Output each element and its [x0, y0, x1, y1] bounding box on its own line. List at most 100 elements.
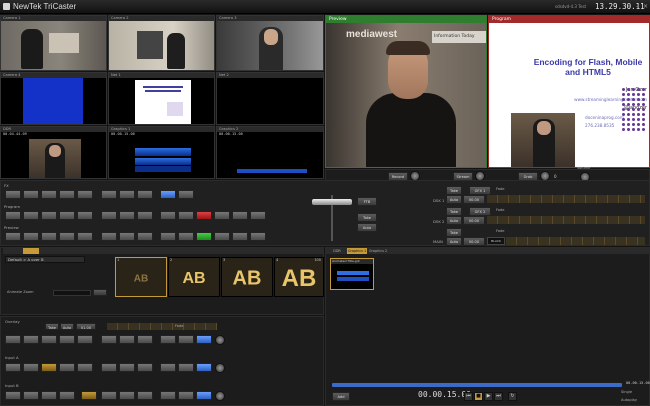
- zoom-slider[interactable]: [53, 290, 91, 296]
- preview-source-button[interactable]: [59, 232, 75, 241]
- input-a-position-icon[interactable]: [215, 363, 225, 373]
- input-b-source-button[interactable]: [178, 391, 194, 400]
- fx-source-button[interactable]: [119, 190, 135, 199]
- preview-source-button[interactable]: [119, 232, 135, 241]
- tab-graphics-2[interactable]: Graphics 2: [368, 248, 388, 254]
- dsk2-duration[interactable]: 00.00: [463, 216, 485, 225]
- dsk1-auto-button[interactable]: Auto: [446, 195, 462, 204]
- animate-zoom-checkbox[interactable]: Animate Zoom: [7, 290, 34, 294]
- take-button[interactable]: Take: [357, 213, 377, 222]
- main-transition-strip[interactable]: [506, 237, 645, 245]
- overlay-source-button[interactable]: [5, 335, 21, 344]
- dsk1-transition-strip[interactable]: [487, 195, 645, 203]
- program-source-button[interactable]: [137, 211, 153, 220]
- preview-source-button[interactable]: [77, 232, 93, 241]
- input-b-source-button[interactable]: [101, 391, 117, 400]
- loop-icon[interactable]: ↻: [508, 392, 517, 401]
- overlay-auto-button[interactable]: Auto: [60, 323, 74, 330]
- stop-icon[interactable]: ■: [474, 392, 483, 401]
- transition-bin-select[interactable]: Default > A over B: [5, 256, 85, 263]
- dsk2-auto-button[interactable]: Auto: [446, 216, 462, 225]
- overlay-source-button-active[interactable]: [196, 335, 212, 344]
- preview-source-button[interactable]: [178, 232, 194, 241]
- dsk2-take-button[interactable]: Take: [446, 207, 462, 216]
- media-clip-thumbnail[interactable]: Animated Title.gdr: [330, 258, 374, 290]
- preview-source-button[interactable]: [137, 232, 153, 241]
- input-a-source-button[interactable]: [119, 363, 135, 372]
- single-toggle[interactable]: Single: [621, 390, 632, 394]
- overlay-source-button[interactable]: [77, 335, 93, 344]
- input-b-position-icon[interactable]: [215, 391, 225, 401]
- dsk2-source-select[interactable]: GFX 2: [469, 207, 491, 216]
- fx-source-button[interactable]: [5, 190, 21, 199]
- fx-source-button[interactable]: [41, 190, 57, 199]
- input-b-source-button-selected[interactable]: [196, 391, 212, 400]
- program-source-button[interactable]: [23, 211, 39, 220]
- program-source-button[interactable]: [160, 211, 176, 220]
- program-source-button[interactable]: [77, 211, 93, 220]
- input-a-source-button[interactable]: [5, 363, 21, 372]
- dsk1-take-button[interactable]: Take: [446, 186, 462, 195]
- input-a-source-button[interactable]: [77, 363, 93, 372]
- preview-source-button[interactable]: [23, 232, 39, 241]
- program-source-button-live[interactable]: [196, 211, 212, 220]
- fx-source-button[interactable]: [137, 190, 153, 199]
- main-black-button[interactable]: BLACK: [487, 237, 505, 245]
- fx-source-button[interactable]: [77, 190, 93, 199]
- program-source-button[interactable]: [232, 211, 248, 220]
- main-duration[interactable]: 00.00: [463, 237, 485, 246]
- preview-source-button[interactable]: [101, 232, 117, 241]
- program-source-button[interactable]: [41, 211, 57, 220]
- program-source-button[interactable]: [250, 211, 266, 220]
- input-b-source-button[interactable]: [137, 391, 153, 400]
- input-b-source-button[interactable]: [41, 391, 57, 400]
- dsk1-duration[interactable]: 00.00: [463, 195, 485, 204]
- next-icon[interactable]: ⏭: [494, 392, 503, 401]
- transition-tab-active[interactable]: [23, 248, 39, 254]
- overlay-source-button[interactable]: [59, 335, 75, 344]
- monitor-camera-3[interactable]: Camera 3: [216, 15, 324, 71]
- program-source-button[interactable]: [214, 211, 230, 220]
- monitor-ddr[interactable]: DDR 00.04.44.09: [0, 126, 107, 179]
- input-b-source-button[interactable]: [5, 391, 21, 400]
- playback-timeline[interactable]: [332, 383, 622, 387]
- add-media-button[interactable]: Add: [332, 392, 350, 401]
- transition-thumbnail-selected[interactable]: 1 AB: [115, 257, 167, 297]
- transition-thumbnail[interactable]: 4 100 AB: [274, 257, 324, 297]
- program-source-button[interactable]: [119, 211, 135, 220]
- fx-source-button[interactable]: [101, 190, 117, 199]
- input-a-source-button[interactable]: [23, 363, 39, 372]
- minimize-icon[interactable]: –: [636, 3, 639, 10]
- overlay-source-button[interactable]: [101, 335, 117, 344]
- program-monitor[interactable]: Program Encoding for Flash, Mobile and H…: [488, 15, 650, 168]
- dsk2-transition-strip[interactable]: [487, 216, 645, 224]
- ftb-button[interactable]: FTB: [357, 197, 377, 206]
- tab-graphics-1[interactable]: Graphics 1: [347, 248, 367, 254]
- zoom-options-button[interactable]: [93, 289, 107, 296]
- main-auto-button[interactable]: Auto: [446, 237, 462, 246]
- input-a-source-button[interactable]: [59, 363, 75, 372]
- fx-source-button[interactable]: [59, 190, 75, 199]
- input-a-source-button-selected[interactable]: [196, 363, 212, 372]
- close-icon[interactable]: ×: [643, 3, 648, 10]
- transition-thumbnail[interactable]: 3 AB: [221, 257, 273, 297]
- overlay-source-button[interactable]: [41, 335, 57, 344]
- transition-thumbnail[interactable]: 2 AB: [168, 257, 220, 297]
- main-take-button[interactable]: Take: [446, 228, 462, 237]
- input-a-source-button[interactable]: [178, 363, 194, 372]
- previous-icon[interactable]: ⏮: [464, 392, 473, 401]
- preview-source-button[interactable]: [214, 232, 230, 241]
- overlay-transition-strip[interactable]: [107, 323, 217, 330]
- fx-source-button[interactable]: [178, 190, 194, 199]
- preview-monitor[interactable]: Preview mediawest Information Today: [325, 15, 487, 168]
- input-a-source-button[interactable]: [160, 363, 176, 372]
- program-source-button[interactable]: [101, 211, 117, 220]
- monitor-net-2[interactable]: Net 2: [216, 72, 324, 125]
- program-source-button[interactable]: [59, 211, 75, 220]
- tab-ddr[interactable]: DDR: [328, 248, 346, 254]
- input-b-source-button[interactable]: [59, 391, 75, 400]
- input-b-source-button[interactable]: [160, 391, 176, 400]
- input-a-source-button[interactable]: [137, 363, 153, 372]
- preview-source-button[interactable]: [250, 232, 266, 241]
- fx-source-button-active[interactable]: [160, 190, 176, 199]
